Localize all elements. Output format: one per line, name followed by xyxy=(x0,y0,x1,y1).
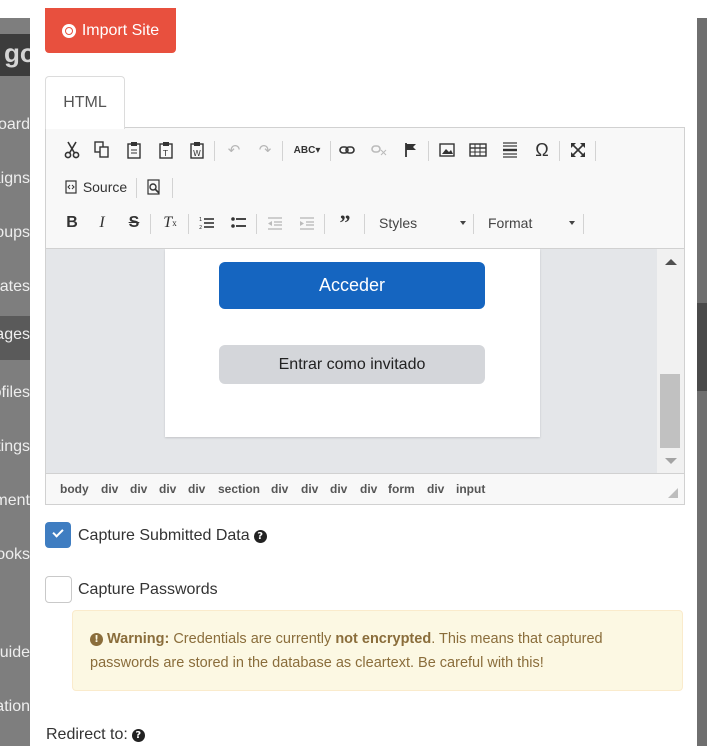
sidebar-item-api-docs[interactable]: API Documentation xyxy=(0,688,30,728)
paste-text-icon[interactable]: T xyxy=(156,137,176,163)
sidebar-item-users-groups[interactable]: Users & Groups xyxy=(0,214,30,254)
strike-icon[interactable]: S xyxy=(124,210,144,236)
sidebar-item-landing-pages[interactable]: Landing Pages xyxy=(0,316,30,360)
exclamation-icon: ! xyxy=(90,633,103,646)
capture-passwords-label: Capture Passwords xyxy=(78,581,218,598)
globe-icon xyxy=(61,23,76,38)
spellcheck-icon[interactable]: ABC▾ xyxy=(290,137,324,163)
paste-word-icon[interactable]: W xyxy=(187,137,207,163)
help-icon[interactable]: ? xyxy=(253,530,267,543)
bulleted-list-icon[interactable] xyxy=(229,210,249,236)
format-label: Format xyxy=(488,215,533,231)
editor-scrollbar[interactable] xyxy=(657,248,684,473)
editor-toolbar-row-2: Source xyxy=(46,174,684,204)
path-element[interactable]: div xyxy=(188,482,205,496)
caret-down-icon xyxy=(569,221,575,225)
scroll-thumb[interactable] xyxy=(660,374,680,448)
tab-html[interactable]: HTML xyxy=(45,76,125,129)
help-icon[interactable]: ? xyxy=(131,729,145,742)
sidebar-item-sending-profiles[interactable]: Sending Profiles xyxy=(0,374,30,414)
svg-text:T: T xyxy=(162,149,168,158)
increase-indent-icon[interactable] xyxy=(297,210,317,236)
path-element[interactable]: div xyxy=(360,482,377,496)
editor-toolbar-row-3: B I S Tx 12 ” Styles Format xyxy=(46,210,684,240)
sidebar-item-email-templates[interactable]: Email Templates xyxy=(0,268,30,308)
preview-icon[interactable] xyxy=(144,174,164,200)
brand-logo: go xyxy=(0,34,30,76)
path-element[interactable]: form xyxy=(388,482,415,496)
preview-guest-button[interactable]: Entrar como invitado xyxy=(219,345,485,384)
table-icon[interactable] xyxy=(468,137,488,163)
landing-page-modal: Import Site HTML T W ↶ ↷ ABC▾ Ω Source B… xyxy=(30,0,697,746)
editor-toolbar-row-1: T W ↶ ↷ ABC▾ Ω xyxy=(46,137,684,167)
path-element[interactable]: div xyxy=(330,482,347,496)
svg-text:W: W xyxy=(193,149,201,158)
resize-handle[interactable] xyxy=(668,488,678,498)
copy-icon[interactable] xyxy=(92,137,112,163)
path-element[interactable]: div xyxy=(101,482,118,496)
undo-icon[interactable]: ↶ xyxy=(224,137,244,163)
bold-icon[interactable]: B xyxy=(62,210,82,236)
import-site-button[interactable]: Import Site xyxy=(45,8,176,53)
path-element[interactable]: div xyxy=(271,482,288,496)
svg-text:1: 1 xyxy=(199,217,202,223)
styles-label: Styles xyxy=(379,215,418,231)
source-icon xyxy=(65,180,77,194)
redo-icon[interactable]: ↷ xyxy=(255,137,275,163)
capture-passwords-checkbox[interactable] xyxy=(45,576,72,603)
preview-login-card: Acceder Entrar como invitado xyxy=(165,249,540,437)
source-button[interactable]: Source xyxy=(62,174,130,200)
paste-icon[interactable] xyxy=(124,137,144,163)
horizontal-rule-icon[interactable] xyxy=(500,137,520,163)
anchor-icon[interactable] xyxy=(401,137,421,163)
unlink-icon[interactable] xyxy=(369,137,389,163)
path-element[interactable]: div xyxy=(130,482,147,496)
element-path-bar: body div div div div section div div div… xyxy=(46,473,684,504)
path-element[interactable]: div xyxy=(427,482,444,496)
sidebar-item-user-guide[interactable]: User Guide xyxy=(0,634,30,674)
modal-backdrop xyxy=(697,18,707,746)
sidebar-item-account-settings[interactable]: Account Settings xyxy=(0,428,30,468)
maximize-icon[interactable] xyxy=(568,137,588,163)
preview-acceder-button[interactable]: Acceder xyxy=(219,262,485,309)
sidebar-item-campaigns[interactable]: Campaigns xyxy=(0,160,30,200)
decrease-indent-icon[interactable] xyxy=(265,210,285,236)
capture-data-label: Capture Submitted Data? xyxy=(78,527,267,545)
sidebar: go Dashboard Campaigns Users & Groups Em… xyxy=(0,18,30,746)
path-element[interactable]: input xyxy=(456,482,485,496)
cut-icon[interactable] xyxy=(62,137,82,163)
special-char-icon[interactable]: Ω xyxy=(532,137,552,163)
image-icon[interactable] xyxy=(437,137,457,163)
path-element[interactable]: div xyxy=(301,482,318,496)
capture-data-checkbox[interactable] xyxy=(45,522,71,548)
import-site-label: Import Site xyxy=(81,21,160,39)
redirect-label: Redirect to:? xyxy=(46,726,145,744)
sidebar-item-dashboard[interactable]: Dashboard xyxy=(0,106,30,146)
path-element[interactable]: div xyxy=(159,482,176,496)
html-editor: T W ↶ ↷ ABC▾ Ω Source B I S T x 1 2 ” St… xyxy=(45,127,685,505)
warning-alert: ! Warning: Credentials are currently not … xyxy=(72,610,683,691)
styles-dropdown[interactable]: Styles xyxy=(379,210,466,236)
italic-icon[interactable]: I xyxy=(92,210,112,236)
sidebar-item-webhooks[interactable]: Webhooks xyxy=(0,536,30,576)
caret-down-icon xyxy=(460,221,466,225)
remove-format-icon[interactable]: Tx xyxy=(158,210,182,236)
scroll-up-arrow-icon[interactable] xyxy=(665,259,677,265)
editor-content-area[interactable]: Acceder Entrar como invitado xyxy=(46,248,657,473)
blockquote-icon[interactable]: ” xyxy=(333,210,357,236)
svg-text:2: 2 xyxy=(199,225,202,230)
link-icon[interactable] xyxy=(337,137,357,163)
format-dropdown[interactable]: Format xyxy=(488,210,575,236)
path-element[interactable]: section xyxy=(218,482,260,496)
scroll-down-arrow-icon[interactable] xyxy=(665,458,677,464)
numbered-list-icon[interactable]: 12 xyxy=(197,210,217,236)
sidebar-item-user-management[interactable]: User Management xyxy=(0,482,30,522)
path-element[interactable]: body xyxy=(60,482,89,496)
source-label: Source xyxy=(82,179,128,195)
